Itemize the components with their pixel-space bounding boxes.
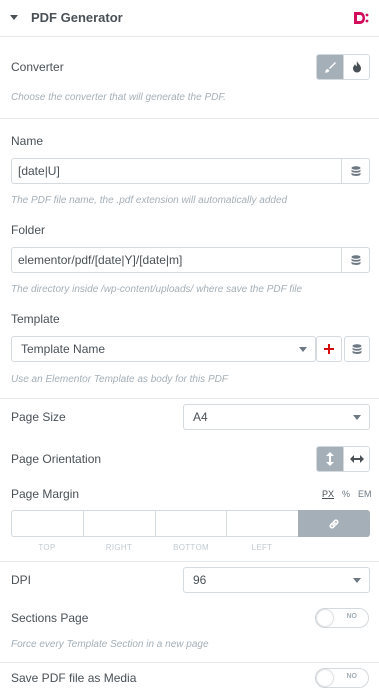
unit-px[interactable]: PX (322, 489, 334, 499)
margin-right-label: RIGHT (105, 543, 133, 552)
template-dynamic-tags-button[interactable] (344, 336, 370, 362)
margin-left-input[interactable] (226, 510, 298, 537)
separator (0, 561, 379, 562)
switch-state-text: NO (346, 673, 358, 680)
template-select-value: Template Name (21, 342, 106, 356)
folder-dynamic-tags-button[interactable] (342, 247, 370, 273)
add-template-button[interactable] (316, 336, 342, 362)
plus-icon (324, 344, 334, 354)
separator (0, 398, 379, 399)
converter-label: Converter (11, 60, 64, 74)
page-size-label: Page Size (11, 410, 66, 424)
margin-dimensions (11, 510, 370, 537)
page-size-select[interactable]: A4 (183, 404, 370, 430)
dpi-select[interactable]: 96 (183, 567, 370, 593)
converter-choice (316, 54, 370, 80)
switch-knob (317, 610, 333, 626)
page-orientation-choice (316, 446, 370, 472)
database-icon (351, 165, 360, 176)
converter-description: Choose the converter that will generate … (11, 92, 226, 103)
template-description: Use an Elementor Template as body for th… (11, 374, 228, 385)
link-values-button[interactable] (298, 510, 370, 537)
sections-page-label: Sections Page (11, 611, 89, 625)
margin-left-label: LEFT (251, 543, 273, 552)
panel-section-header[interactable]: PDF Generator (0, 0, 379, 37)
horizontal-arrows-icon (349, 455, 364, 463)
folder-label: Folder (11, 223, 46, 237)
margin-top-input[interactable] (11, 510, 83, 537)
dynamic-content-logo-icon (354, 12, 369, 24)
chevron-down-icon (353, 578, 361, 583)
folder-description: The directory inside /wp-content/uploads… (11, 284, 303, 295)
name-description: The PDF file name, the .pdf extension wi… (11, 195, 288, 206)
template-select[interactable]: Template Name (11, 336, 316, 362)
section-title: PDF Generator (31, 10, 123, 25)
save-media-switch[interactable]: NO (315, 668, 369, 688)
name-dynamic-tags-button[interactable] (342, 158, 370, 184)
orientation-option-portrait[interactable] (317, 447, 343, 471)
margin-top-label: TOP (38, 543, 56, 552)
switch-knob (317, 670, 333, 686)
margin-bottom-label: BOTTOM (173, 543, 209, 552)
template-label: Template (11, 312, 60, 326)
unit-percent[interactable]: % (342, 489, 350, 499)
name-label: Name (11, 134, 44, 148)
separator (0, 662, 379, 663)
database-icon (352, 343, 362, 354)
dpi-label: DPI (11, 573, 32, 587)
fire-icon (352, 61, 361, 73)
brush-icon (324, 62, 336, 73)
folder-input[interactable]: elementor/pdf/[date|Y]/[date|m] (11, 247, 342, 273)
unit-em[interactable]: EM (358, 489, 372, 499)
separator (0, 118, 379, 119)
vertical-arrows-icon (326, 452, 334, 466)
page-margin-label: Page Margin (11, 487, 80, 501)
sections-page-description: Force every Template Section in a new pa… (11, 639, 209, 650)
margin-bottom-input[interactable] (155, 510, 226, 537)
page-size-value: A4 (193, 410, 208, 424)
chevron-down-icon (299, 347, 307, 352)
sections-page-switch[interactable]: NO (315, 608, 369, 628)
switch-state-text: NO (346, 613, 358, 620)
margin-unit-switcher: PX % EM (322, 489, 372, 499)
database-icon (351, 254, 360, 265)
converter-option-fire[interactable] (343, 55, 369, 79)
dpi-value: 96 (193, 573, 207, 587)
save-media-label: Save PDF file as Media (11, 671, 137, 685)
orientation-option-landscape[interactable] (343, 447, 369, 471)
name-input[interactable]: [date|U] (11, 158, 342, 184)
page-orientation-label: Page Orientation (11, 452, 102, 466)
chevron-down-icon (353, 415, 361, 420)
margin-right-input[interactable] (83, 510, 155, 537)
caret-down-icon (10, 15, 18, 20)
link-icon (329, 519, 339, 528)
converter-option-brush[interactable] (317, 55, 343, 79)
